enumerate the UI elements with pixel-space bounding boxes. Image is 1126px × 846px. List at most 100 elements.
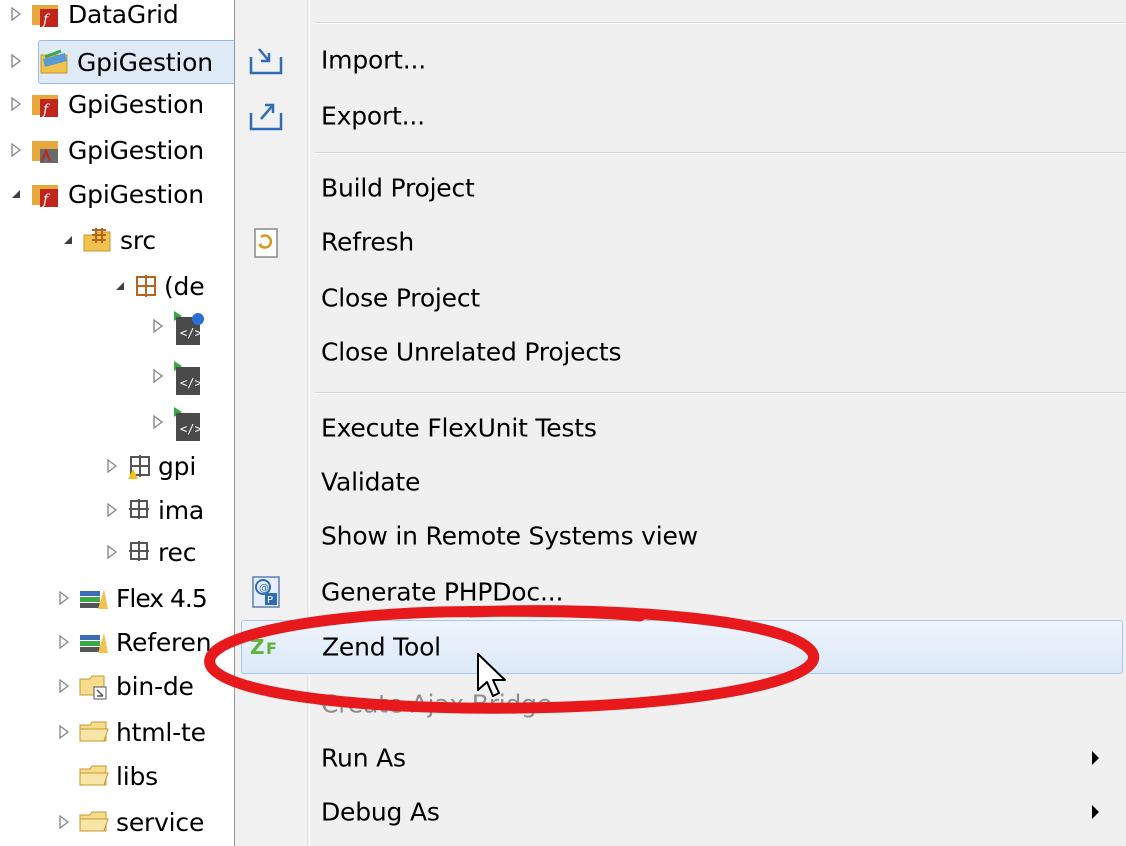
menu-item-execute-flexunit-tests[interactable]: Execute FlexUnit Tests — [235, 402, 1126, 454]
folder-icon — [78, 807, 110, 837]
menu-item-label: Debug As — [321, 797, 440, 827]
svg-text:</>: </> — [180, 376, 202, 390]
tree-item-label: src — [120, 225, 156, 255]
tree-item[interactable]: ima — [104, 490, 204, 530]
menu-item-label: Create Ajax Bridge — [321, 689, 553, 719]
folder-icon — [78, 717, 110, 747]
package-icon — [126, 495, 152, 525]
expand-arrow-icon[interactable] — [104, 544, 120, 560]
tree-item-label: service — [116, 807, 205, 837]
expand-arrow-icon[interactable] — [8, 96, 24, 112]
menu-item-run-as[interactable]: Run As — [235, 732, 1126, 784]
menu-item-debug-as[interactable]: Debug As — [235, 786, 1126, 838]
tree-item-selected[interactable]: GpiGestion — [38, 40, 236, 84]
expand-arrow-icon[interactable] — [56, 634, 72, 650]
tree-item[interactable]: f DataGrid — [8, 0, 179, 34]
project-explorer-tree: f DataGrid GpiGestion f GpiGestion GpiGe… — [0, 0, 236, 846]
menu-item-label: Import... — [321, 45, 427, 75]
library-project-icon — [30, 135, 62, 165]
tree-item[interactable]: gpi — [104, 446, 196, 486]
tree-item[interactable]: rec — [104, 532, 196, 572]
svg-text:P: P — [267, 595, 273, 606]
expand-arrow-icon[interactable] — [56, 724, 72, 740]
tree-item-label: GpiGestion — [68, 179, 204, 209]
expand-arrow-icon[interactable] — [56, 590, 72, 606]
mxml-file-icon: </> — [172, 361, 204, 395]
menu-item-label: Refresh — [321, 227, 415, 257]
library-icon — [78, 583, 110, 613]
menu-item-label: Validate — [321, 467, 421, 497]
menu-item-label: Close Project — [321, 283, 480, 313]
expand-arrow-icon[interactable] — [8, 142, 24, 158]
menu-item-build-project[interactable]: Build Project — [235, 162, 1126, 214]
tree-item[interactable]: </> — [150, 356, 210, 396]
tree-item[interactable]: bin-de — [56, 666, 194, 706]
flex-project-icon: f — [30, 0, 62, 29]
menu-item-label: Export... — [321, 101, 425, 131]
tree-item-label: GpiGestion — [68, 135, 204, 165]
expand-arrow-icon[interactable] — [8, 53, 24, 69]
tree-item[interactable]: src — [60, 220, 156, 260]
menu-item-close-project[interactable]: Close Project — [235, 272, 1126, 324]
tree-item[interactable]: f GpiGestion — [8, 174, 204, 214]
menu-item-label: Show in Remote Systems view — [321, 521, 698, 551]
menu-item-import[interactable]: Import... — [235, 34, 1126, 86]
menu-item-refresh[interactable]: Refresh — [235, 216, 1126, 268]
submenu-arrow-icon — [1092, 805, 1099, 819]
svg-text:Z: Z — [250, 635, 265, 659]
tree-item-label: GpiGestion — [68, 89, 204, 119]
menu-item-label: Execute FlexUnit Tests — [321, 413, 597, 443]
project-icon — [39, 47, 71, 77]
source-folder-icon — [82, 225, 114, 255]
tree-item[interactable]: service — [56, 802, 204, 842]
expand-arrow-icon[interactable] — [56, 678, 72, 694]
tree-item[interactable]: html-te — [56, 712, 206, 752]
flex-project-open-icon: f — [30, 179, 62, 209]
expand-arrow-icon[interactable] — [150, 368, 166, 384]
svg-text:@: @ — [259, 583, 269, 594]
tree-item[interactable]: Flex 4.5 — [56, 578, 208, 618]
library-icon — [78, 627, 110, 657]
tree-item[interactable]: Referen — [56, 622, 212, 662]
expand-arrow-icon[interactable] — [8, 6, 24, 22]
tree-item[interactable]: f GpiGestion — [8, 84, 204, 124]
tree-item-label: libs — [116, 761, 158, 791]
tree-item-label: rec — [158, 537, 197, 567]
context-menu: Import... Export... Build Project Refres… — [234, 0, 1126, 846]
menu-item-validate[interactable]: Validate — [235, 456, 1126, 508]
mxml-file-icon: </> — [172, 311, 204, 345]
collapse-arrow-icon[interactable] — [60, 232, 76, 248]
tree-item-label: Referen — [116, 627, 212, 657]
expand-arrow-icon[interactable] — [150, 318, 166, 334]
menu-item-show-in-remote-systems-view[interactable]: Show in Remote Systems view — [235, 510, 1126, 562]
package-icon — [134, 271, 158, 301]
tree-item[interactable]: libs — [78, 756, 158, 796]
collapse-arrow-icon[interactable] — [112, 278, 128, 294]
expand-arrow-icon[interactable] — [150, 414, 166, 430]
menu-item-create-ajax-bridge[interactable]: Create Ajax Bridge — [235, 678, 1126, 730]
menu-item-label: Zend Tool — [322, 632, 441, 662]
tree-item-label: gpi — [158, 451, 197, 481]
menu-item-zend-tool[interactable]: ZF Zend Tool — [241, 620, 1123, 674]
tree-item[interactable]: (de — [112, 266, 205, 306]
tree-item[interactable]: </> — [150, 402, 210, 442]
tree-item[interactable]: GpiGestion — [8, 130, 204, 170]
expand-arrow-icon[interactable] — [56, 814, 72, 830]
menu-item-label: Generate PHPDoc... — [321, 577, 564, 607]
collapse-arrow-icon[interactable] — [8, 186, 24, 202]
tree-item[interactable]: </> — [150, 306, 210, 346]
tree-item-label: GpiGestion — [77, 47, 213, 77]
package-warning-icon — [126, 451, 152, 481]
tree-item-label: bin-de — [116, 671, 194, 701]
mouse-cursor-icon — [477, 653, 506, 697]
expand-arrow-icon[interactable] — [104, 458, 120, 474]
phpdoc-icon: @ P — [247, 573, 285, 611]
expand-arrow-icon[interactable] — [104, 502, 120, 518]
menu-item-close-unrelated-projects[interactable]: Close Unrelated Projects — [235, 326, 1126, 378]
menu-item-label: Build Project — [321, 173, 475, 203]
menu-item-export[interactable]: Export... — [235, 90, 1126, 142]
svg-text:F: F — [266, 639, 277, 658]
import-icon — [247, 41, 285, 79]
menu-item-generate-phpdoc[interactable]: @ P Generate PHPDoc... — [235, 566, 1126, 618]
refresh-icon — [247, 223, 285, 261]
